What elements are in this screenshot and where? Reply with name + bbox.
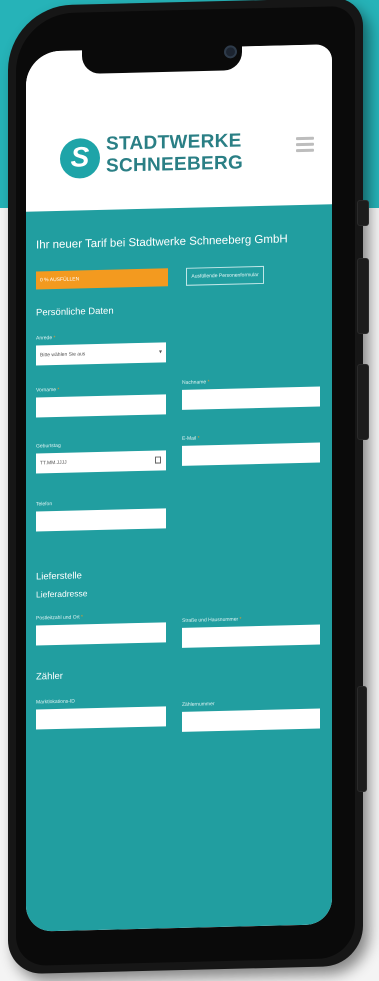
plz-label: Postleitzahl und Ort * [36,614,83,622]
progress-bar: 0 % AUSFÜLLEN [36,268,168,290]
meter-number-field[interactable] [182,708,320,732]
plz-field[interactable] [36,622,166,646]
stage: S STADTWERKE SCHNEEBERG Ihr neuer Tarif … [0,0,379,981]
vorname-label: Vorname * [36,386,60,394]
section-title-meter: Zähler [36,670,63,683]
street-label: Straße und Hausnummer * [182,616,242,624]
location-id-label: Marktlokations-ID [36,698,75,706]
meter-number-label: Zählernummer [182,701,215,708]
menu-bar [296,142,314,147]
section-title-personal: Persönliche Daten [36,305,114,319]
menu-icon[interactable] [296,136,314,153]
geburtstag-value: TT.MM.JJJJ [40,459,67,467]
telefon-field[interactable] [36,508,166,532]
location-id-field[interactable] [36,706,166,730]
section-title-delivery: Lieferstelle [36,570,82,583]
autofill-button[interactable]: Ausfüllende Personenformular [186,265,264,286]
chevron-down-icon: ▾ [158,349,162,356]
nachname-field[interactable] [182,386,320,410]
page-title: Ihr neuer Tarif bei Stadtwerke Schneeber… [36,233,288,252]
telefon-label: Telefon [36,501,53,508]
camera-icon [224,45,237,59]
anrede-label: Anrede * [36,335,56,342]
brand-name-line2: SCHNEEBERG [106,152,244,177]
geburtstag-field[interactable]: TT.MM.JJJJ [36,450,166,474]
vorname-field[interactable] [36,394,166,418]
side-button-power [357,686,367,792]
side-button-volume-down [357,364,369,440]
section-subtitle-address: Lieferadresse [36,588,88,600]
logo-letter: S [70,141,90,173]
phone-notch [82,36,242,74]
menu-bar [296,136,314,141]
nachname-label: Nachname * [182,379,210,386]
phone-screen: S STADTWERKE SCHNEEBERG Ihr neuer Tarif … [26,44,332,932]
anrede-value: Bitte wählen Sie aus [40,351,86,359]
side-button-volume-up [357,258,369,334]
menu-bar [296,148,314,153]
email-label: E-Mail * [182,435,200,442]
tariff-form: Ihr neuer Tarif bei Stadtwerke Schneeber… [26,204,332,932]
side-button-silent [357,200,369,226]
email-field[interactable] [182,442,320,466]
geburtstag-label: Geburtstag [36,442,61,450]
street-field[interactable] [182,624,320,648]
anrede-select[interactable]: Bitte wählen Sie aus ▾ [36,342,166,366]
calendar-icon[interactable] [155,456,161,464]
logo-icon[interactable]: S [60,137,100,179]
